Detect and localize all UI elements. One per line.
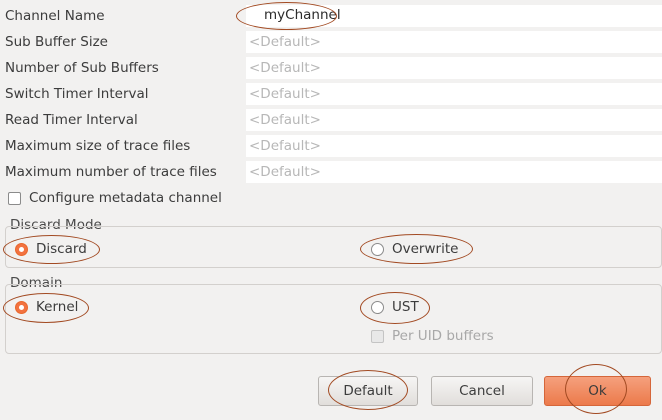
cancel-button[interactable]: Cancel — [431, 376, 533, 406]
annotation-oval-discard — [3, 235, 100, 264]
domain-group — [5, 284, 662, 354]
sub-buffer-size-placeholder: <Default> — [249, 34, 321, 50]
metadata-checkbox[interactable] — [8, 192, 21, 205]
annotation-oval-overwrite — [360, 234, 473, 264]
switch-timer-label: Switch Timer Interval — [5, 86, 149, 102]
max-trace-number-placeholder: <Default> — [249, 164, 321, 180]
read-timer-placeholder: <Default> — [249, 112, 321, 128]
per-uid-checkbox[interactable] — [371, 330, 384, 343]
per-uid-checkbox-label: Per UID buffers — [392, 328, 494, 344]
discard-mode-group — [5, 226, 662, 268]
max-trace-size-label: Maximum size of trace files — [5, 138, 191, 154]
sub-buffer-size-label: Sub Buffer Size — [5, 34, 108, 50]
switch-timer-placeholder: <Default> — [249, 86, 321, 102]
annotation-oval-ok — [565, 364, 627, 414]
num-sub-buffers-placeholder: <Default> — [249, 60, 321, 76]
annotation-oval-channel-name — [236, 2, 337, 30]
max-trace-number-field[interactable]: <Default> — [246, 161, 662, 183]
read-timer-field[interactable]: <Default> — [246, 109, 662, 131]
switch-timer-field[interactable]: <Default> — [246, 83, 662, 105]
sub-buffer-size-field[interactable]: <Default> — [246, 31, 662, 53]
max-trace-number-label: Maximum number of trace files — [5, 164, 217, 180]
num-sub-buffers-label: Number of Sub Buffers — [5, 60, 159, 76]
channel-name-label: Channel Name — [5, 8, 105, 24]
annotation-oval-default — [328, 370, 408, 410]
annotation-oval-ust — [360, 292, 430, 324]
metadata-checkbox-label[interactable]: Configure metadata channel — [29, 190, 222, 206]
max-trace-size-placeholder: <Default> — [249, 138, 321, 154]
max-trace-size-field[interactable]: <Default> — [246, 135, 662, 157]
annotation-oval-kernel — [3, 293, 89, 323]
read-timer-label: Read Timer Interval — [5, 112, 138, 128]
num-sub-buffers-field[interactable]: <Default> — [246, 57, 662, 79]
